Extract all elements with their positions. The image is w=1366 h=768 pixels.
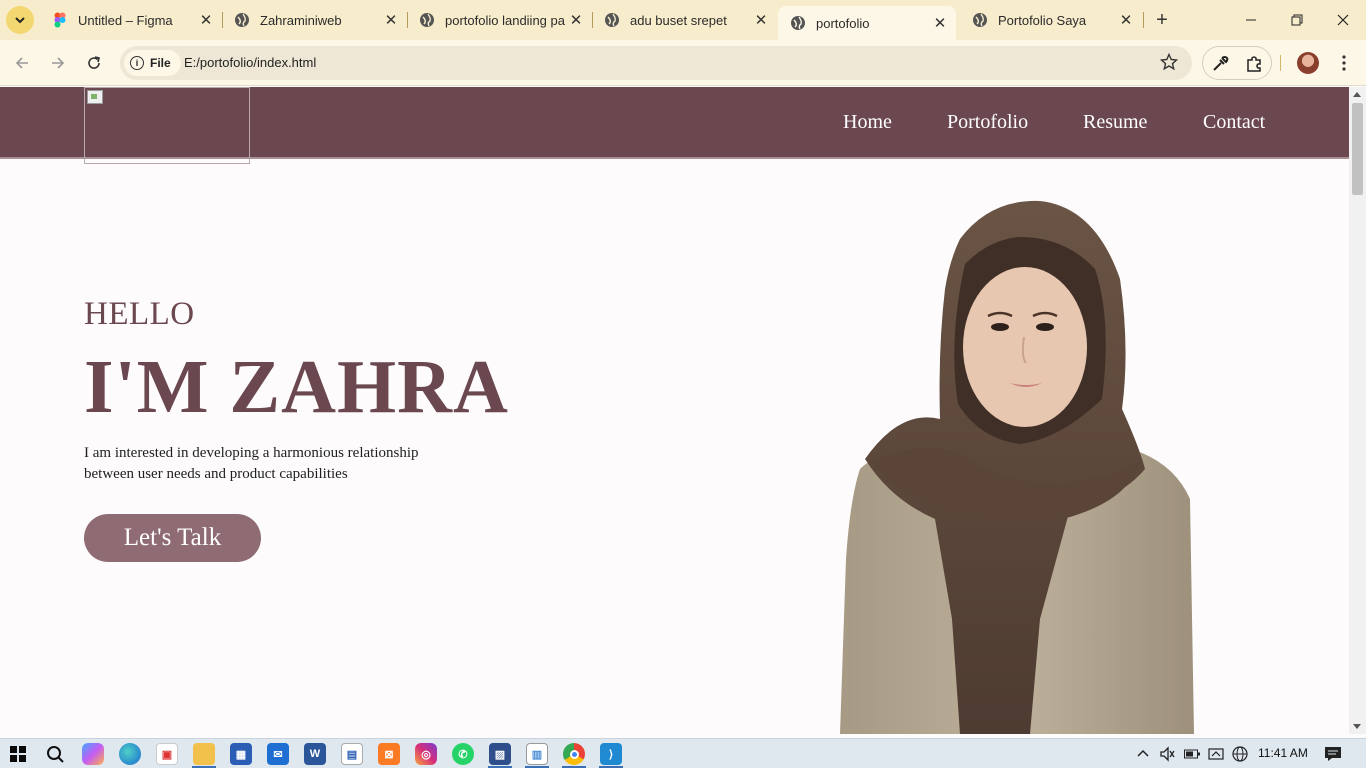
tab-title: portofolio landiing pa	[445, 12, 565, 28]
restore-icon	[1291, 14, 1303, 26]
bookmark-star-icon[interactable]	[1160, 53, 1178, 71]
site-logo[interactable]	[84, 87, 250, 164]
arrow-left-icon	[15, 57, 28, 69]
tab-zahraminiweb[interactable]: Zahraminiweb ✕	[222, 0, 407, 40]
search-icon[interactable]	[46, 745, 64, 763]
language-globe-icon[interactable]	[1232, 746, 1248, 762]
menu-button[interactable]	[1330, 49, 1358, 77]
minimize-button[interactable]	[1228, 0, 1274, 40]
windows-taskbar: ▣ ▦ ✉ W ▤ ⊠ ◎ ✆ ▨ ▥ ⟩ 11:41 AM	[0, 738, 1366, 768]
instagram-icon[interactable]: ◎	[415, 743, 437, 765]
new-tab-button[interactable]: +	[1150, 8, 1174, 32]
reload-icon	[88, 56, 100, 69]
whatsapp-icon[interactable]: ✆	[452, 743, 474, 765]
tab-title: portofolio	[816, 15, 870, 31]
nav-link-resume[interactable]: Resume	[1083, 111, 1147, 134]
arrow-right-icon	[52, 57, 65, 69]
puzzle-icon[interactable]	[1245, 55, 1263, 73]
close-window-button[interactable]	[1320, 0, 1366, 40]
tab-separator	[1143, 12, 1144, 28]
extensions-group	[1202, 46, 1272, 80]
forward-button[interactable]	[44, 49, 72, 77]
figma-icon	[54, 12, 66, 28]
close-icon[interactable]: ✕	[566, 11, 586, 29]
chevron-up-icon[interactable]	[1137, 748, 1149, 758]
globe-icon	[973, 13, 987, 27]
tab-search-button[interactable]	[6, 6, 34, 34]
scroll-down-icon[interactable]	[1353, 724, 1361, 729]
browser-toolbar: i File E:/portofolio/index.html	[0, 40, 1366, 86]
store-icon[interactable]: ▦	[230, 743, 252, 765]
eyedropper-icon[interactable]	[1211, 55, 1229, 73]
notification-icon[interactable]	[1324, 746, 1342, 762]
hero-description: I am interested in developing a harmonio…	[84, 445, 419, 482]
globe-icon	[791, 16, 805, 30]
battery-icon[interactable]	[1184, 747, 1200, 761]
gift-icon[interactable]: ▣	[156, 743, 178, 765]
info-icon: i	[130, 56, 144, 70]
nav-link-home[interactable]: Home	[843, 111, 892, 134]
scroll-up-icon[interactable]	[1353, 92, 1361, 97]
reload-button[interactable]	[80, 49, 108, 77]
copilot-icon[interactable]	[82, 743, 104, 765]
word-icon[interactable]: W	[304, 743, 326, 765]
globe-icon	[420, 13, 434, 27]
kebab-menu-icon	[1342, 55, 1346, 71]
file-explorer-icon[interactable]	[193, 743, 215, 765]
restore-button[interactable]	[1274, 0, 1320, 40]
tab-title: Zahraminiweb	[260, 12, 342, 28]
edge-icon[interactable]	[119, 743, 141, 765]
scrollbar-thumb[interactable]	[1352, 103, 1363, 195]
vscode-icon[interactable]: ⟩	[600, 743, 622, 765]
close-icon[interactable]: ✕	[196, 11, 216, 29]
site-info-chip[interactable]: i File	[124, 50, 181, 76]
tab-title: Untitled – Figma	[78, 12, 173, 28]
nav-link-portofolio[interactable]: Portofolio	[947, 111, 1028, 134]
lets-talk-button[interactable]: Let's Talk	[84, 514, 261, 562]
back-button[interactable]	[8, 49, 36, 77]
minimize-icon	[1246, 19, 1256, 21]
close-icon[interactable]: ✕	[1116, 11, 1136, 29]
nav-link-contact[interactable]: Contact	[1203, 111, 1265, 134]
site-info-label: File	[150, 56, 171, 70]
tab-portofolio[interactable]: portofolio ✕	[778, 6, 956, 40]
url-text[interactable]: E:/portofolio/index.html	[184, 55, 316, 70]
globe-icon	[235, 13, 249, 27]
tab-figma[interactable]: Untitled – Figma ✕	[40, 0, 222, 40]
profile-portrait	[840, 200, 1194, 734]
network-icon[interactable]	[1208, 746, 1224, 762]
tab-title: Portofolio Saya	[998, 12, 1087, 28]
address-bar[interactable]: i File E:/portofolio/index.html	[120, 46, 1192, 80]
news-icon[interactable]: ▤	[341, 743, 363, 765]
page-viewport: Home Portofolio Resume Contact HELLO I'M…	[0, 87, 1349, 734]
close-icon[interactable]: ✕	[751, 11, 771, 29]
photos-icon[interactable]: ▨	[489, 743, 511, 765]
hero-greeting: HELLO	[84, 296, 195, 332]
broken-image-icon	[87, 90, 103, 104]
start-icon[interactable]	[10, 746, 26, 762]
close-icon[interactable]: ✕	[930, 14, 950, 32]
notepad-icon[interactable]: ▥	[526, 743, 548, 765]
close-icon	[1337, 14, 1349, 26]
speaker-muted-icon[interactable]	[1159, 746, 1175, 762]
tab-portofolio-landing[interactable]: portofolio landiing pa ✕	[407, 0, 592, 40]
profile-avatar[interactable]	[1297, 52, 1319, 74]
toolbar-separator	[1280, 55, 1281, 71]
globe-icon	[605, 13, 619, 27]
tab-portofolio-saya[interactable]: Portofolio Saya ✕	[960, 0, 1142, 40]
hero-name: I'M ZAHRA	[84, 345, 509, 429]
xampp-icon[interactable]: ⊠	[378, 743, 400, 765]
tab-strip: Untitled – Figma ✕ Zahraminiweb ✕ portof…	[0, 0, 1366, 40]
tab-title: adu buset srepet	[630, 12, 727, 28]
chrome-icon[interactable]	[563, 743, 585, 765]
taskbar-clock[interactable]: 11:41 AM	[1258, 746, 1308, 760]
tab-adu-buset[interactable]: adu buset srepet ✕	[592, 0, 777, 40]
page-scrollbar[interactable]	[1349, 87, 1366, 734]
chevron-down-icon	[15, 17, 25, 24]
mail-icon[interactable]: ✉	[267, 743, 289, 765]
close-icon[interactable]: ✕	[381, 11, 401, 29]
